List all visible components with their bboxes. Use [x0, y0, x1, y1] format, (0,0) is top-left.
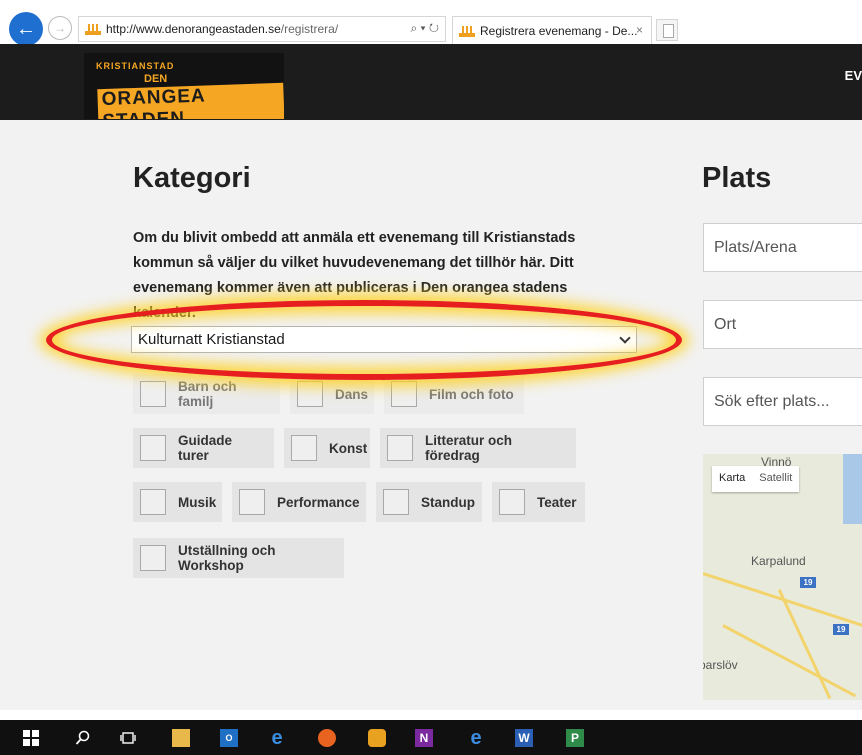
category-label: Performance	[277, 494, 360, 510]
category-checkbox-guidade-turer[interactable]: Guidade turer	[133, 428, 274, 468]
url-path: /registrera/	[280, 22, 339, 36]
project-icon[interactable]: P	[566, 729, 584, 747]
outlook-icon[interactable]: O	[220, 729, 238, 747]
road-shield: 19	[800, 577, 816, 588]
map-label: Vinnö	[761, 455, 792, 469]
chevron-down-icon	[619, 332, 631, 344]
category-checkbox-konst[interactable]: Konst	[284, 428, 370, 468]
category-checkbox-musik[interactable]: Musik	[133, 482, 222, 522]
windows-start-icon[interactable]	[22, 729, 40, 747]
category-label: Litteratur och föredrag	[425, 433, 513, 463]
map-type-toggle: Karta Satellit	[712, 466, 800, 492]
logo-den: DEN	[144, 73, 168, 85]
category-label: Barn och familj	[178, 379, 237, 409]
app-icon[interactable]	[368, 729, 386, 747]
search-icon[interactable]	[74, 729, 92, 747]
map-view-button[interactable]: Karta	[712, 466, 752, 492]
category-checkbox-film-och-foto[interactable]: Film och foto	[384, 374, 524, 414]
road-shield: 19	[833, 624, 849, 635]
forward-arrow-icon[interactable]: →	[48, 16, 72, 40]
place-search-placeholder: Sök efter plats...	[714, 392, 830, 410]
checkbox-box[interactable]	[239, 489, 265, 515]
site-logo[interactable]: KRISTIANSTAD DEN ORANGEA STADEN	[84, 53, 284, 119]
new-tab-icon[interactable]	[656, 19, 678, 41]
category-label: Film och foto	[429, 386, 514, 402]
back-arrow-icon[interactable]: ←	[9, 12, 43, 46]
nav-item-partial[interactable]: EV	[845, 68, 862, 83]
browser-chrome: ← → http://www.denorangeastaden.se/regis…	[0, 0, 862, 46]
checkbox-box[interactable]	[140, 381, 166, 407]
url-domain: http://www.denorangeastaden.se	[106, 22, 281, 36]
category-checkbox-litteratur-och-foredrag[interactable]: Litteratur och föredrag	[380, 428, 576, 468]
task-view-icon[interactable]	[119, 729, 137, 747]
checkbox-box[interactable]	[391, 381, 417, 407]
site-favicon-icon	[85, 23, 101, 35]
word-icon[interactable]: W	[515, 729, 533, 747]
plats-arena-placeholder: Plats/Arena	[714, 238, 797, 256]
edge-icon[interactable]: e	[268, 727, 286, 749]
category-label: Utställning och Workshop	[178, 543, 276, 573]
checkbox-box[interactable]	[499, 489, 525, 515]
category-checkbox-dans[interactable]: Dans	[290, 374, 374, 414]
kategori-intro: Om du blivit ombedd att anmäla ett evene…	[133, 230, 576, 321]
checkbox-box[interactable]	[140, 489, 166, 515]
checkbox-box[interactable]	[140, 545, 166, 571]
address-bar[interactable]: http://www.denorangeastaden.se/registrer…	[78, 16, 446, 42]
map-label: Karpalund	[751, 554, 806, 568]
category-checkbox-barn-och-familj[interactable]: Barn och familj	[133, 374, 280, 414]
category-checkbox-standup[interactable]: Standup	[376, 482, 482, 522]
category-label: Konst	[329, 440, 368, 456]
category-checkbox-performance[interactable]: Performance	[232, 482, 366, 522]
main-event-select[interactable]: Kulturnatt Kristianstad	[131, 326, 637, 353]
firefox-icon[interactable]	[318, 729, 336, 747]
checkbox-box[interactable]	[291, 435, 317, 461]
map-road	[722, 624, 857, 698]
checkbox-box[interactable]	[297, 381, 323, 407]
place-search-input[interactable]: Sök efter plats...	[703, 377, 862, 426]
internet-explorer-icon[interactable]: e	[467, 727, 485, 749]
category-label: Dans	[335, 386, 369, 402]
location-map[interactable]: Karta Satellit Vinnö Karpalund parslöv 1…	[703, 454, 862, 700]
category-checkbox-utstallning-och-workshop[interactable]: Utställning och Workshop	[133, 538, 344, 578]
ort-input[interactable]: Ort	[703, 300, 862, 349]
ort-placeholder: Ort	[714, 315, 737, 333]
checkbox-box[interactable]	[383, 489, 409, 515]
category-label: Teater	[537, 494, 577, 510]
registration-form: Kategori Om du blivit ombedd att anmäla …	[0, 120, 862, 710]
site-header: KRISTIANSTAD DEN ORANGEA STADEN EV	[0, 44, 862, 120]
tab-title: Registrera evenemang - De...	[480, 23, 638, 38]
satellite-view-button[interactable]: Satellit	[752, 466, 799, 492]
plats-arena-input[interactable]: Plats/Arena	[703, 223, 862, 272]
onenote-icon[interactable]: N	[415, 729, 433, 747]
map-water	[843, 454, 862, 524]
file-explorer-icon[interactable]	[172, 729, 190, 747]
category-label: Musik	[178, 494, 217, 510]
category-label: Guidade turer	[178, 433, 233, 463]
logo-name: ORANGEA STADEN	[97, 82, 284, 119]
plats-heading: Plats	[702, 162, 772, 194]
selected-event-value: Kulturnatt Kristianstad	[138, 331, 285, 348]
checkbox-box[interactable]	[140, 435, 166, 461]
windows-taskbar: O e N e W P	[0, 720, 862, 755]
checkbox-box[interactable]	[387, 435, 413, 461]
address-bar-icons[interactable]: ⌕ ▾ ↻	[410, 21, 439, 36]
category-label: Standup	[421, 494, 475, 510]
tab-favicon-icon	[459, 25, 475, 37]
kategori-heading: Kategori	[133, 162, 251, 194]
map-label: parslöv	[703, 658, 738, 672]
browser-tab[interactable]: Registrera evenemang - De... ×	[452, 16, 652, 44]
category-checkbox-teater[interactable]: Teater	[492, 482, 585, 522]
close-tab-icon[interactable]: ×	[636, 23, 643, 37]
logo-city: KRISTIANSTAD	[96, 61, 175, 71]
